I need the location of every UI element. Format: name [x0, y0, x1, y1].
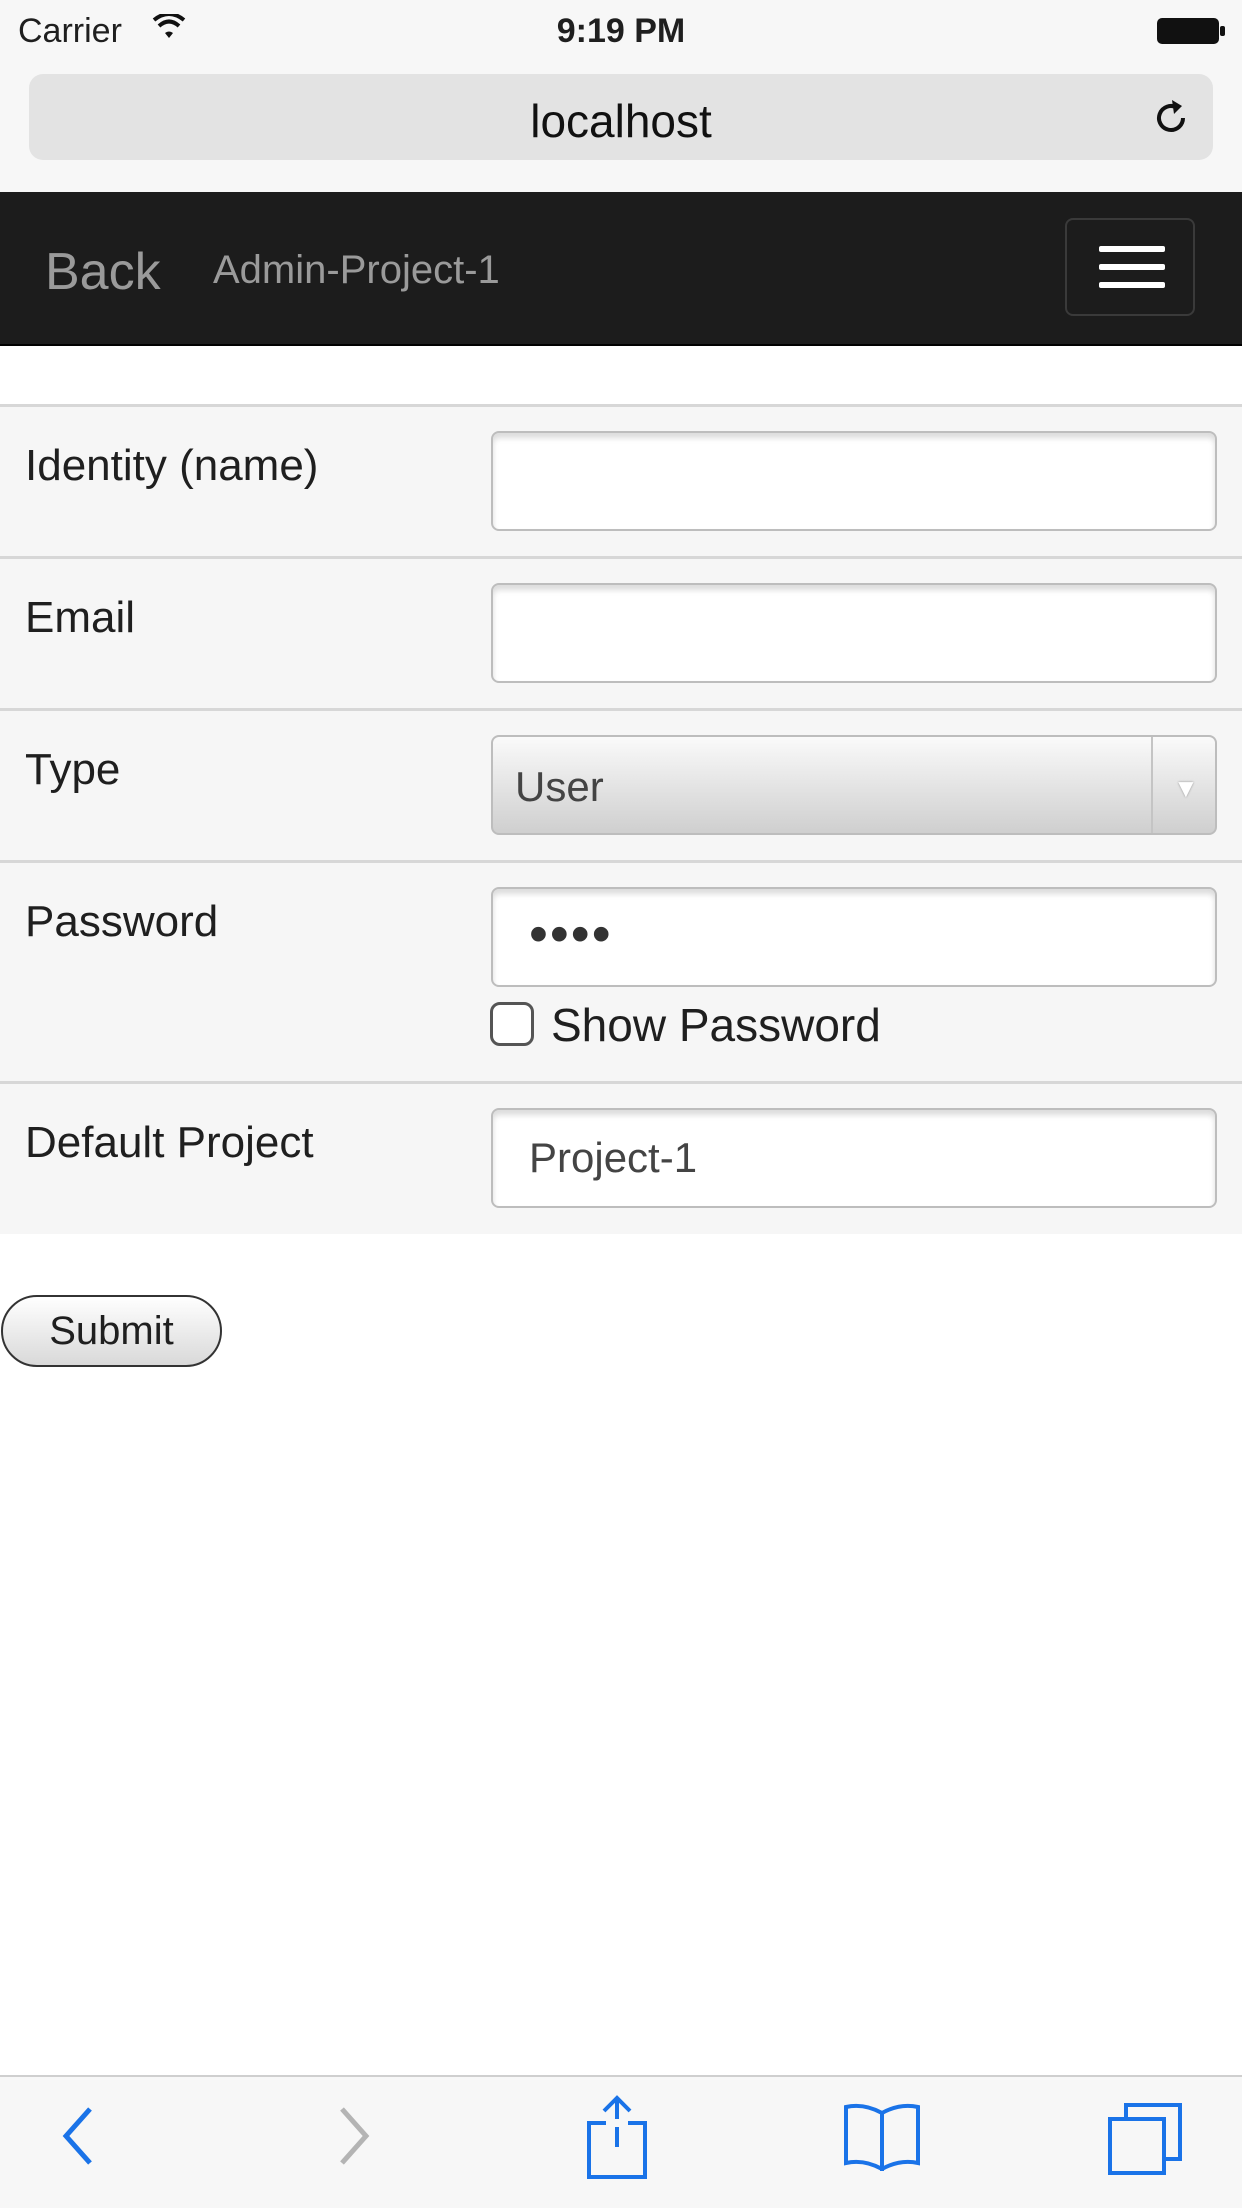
- status-bar: Carrier 9:19 PM: [0, 0, 1242, 60]
- bookmarks-icon[interactable]: [842, 2101, 922, 2176]
- identity-input[interactable]: [491, 431, 1217, 531]
- email-row: Email: [0, 556, 1242, 708]
- dropdown-arrow: ▼: [1151, 737, 1215, 833]
- default-project-input[interactable]: [491, 1108, 1217, 1208]
- share-icon[interactable]: [586, 2095, 648, 2184]
- identity-row: Identity (name): [0, 404, 1242, 556]
- forward-icon[interactable]: [334, 2103, 374, 2174]
- url-bar[interactable]: localhost: [29, 74, 1213, 160]
- password-masked-value: ••••: [529, 904, 613, 964]
- back-link[interactable]: Back: [45, 242, 161, 302]
- default-project-label: Default Project: [25, 1118, 314, 1167]
- battery-icon: [1156, 16, 1226, 51]
- identity-label: Identity (name): [25, 441, 319, 490]
- reload-icon[interactable]: [1149, 96, 1193, 145]
- browser-toolbar: [0, 2075, 1242, 2208]
- app-navbar: Back Admin-Project-1: [0, 192, 1242, 346]
- show-password-checkbox[interactable]: [490, 1002, 534, 1046]
- password-label: Password: [25, 897, 219, 946]
- type-select[interactable]: User ▼: [491, 735, 1217, 835]
- type-selected-value: User: [515, 763, 604, 810]
- default-project-row: Default Project: [0, 1081, 1242, 1234]
- user-form: Identity (name) Email Type User ▼ Passwo…: [0, 404, 1242, 1234]
- hamburger-icon-bar: [1099, 282, 1165, 288]
- back-icon[interactable]: [58, 2103, 98, 2174]
- type-label: Type: [25, 745, 121, 794]
- clock: 9:19 PM: [556, 12, 686, 50]
- password-input[interactable]: ••••: [491, 887, 1217, 987]
- email-input[interactable]: [491, 583, 1217, 683]
- browser-url-area: localhost: [0, 60, 1242, 192]
- show-password-label[interactable]: Show Password: [551, 998, 881, 1052]
- chevron-down-icon: ▼: [1173, 773, 1199, 803]
- email-label: Email: [25, 593, 136, 642]
- type-row: Type User ▼: [0, 708, 1242, 860]
- url-host: localhost: [530, 95, 712, 147]
- hamburger-icon-bar: [1099, 264, 1165, 270]
- hamburger-icon: [1099, 246, 1165, 252]
- page-title: Admin-Project-1: [213, 248, 500, 292]
- tabs-icon[interactable]: [1106, 2101, 1186, 2182]
- hamburger-menu-button[interactable]: [1065, 218, 1195, 316]
- submit-button[interactable]: Submit: [1, 1295, 222, 1367]
